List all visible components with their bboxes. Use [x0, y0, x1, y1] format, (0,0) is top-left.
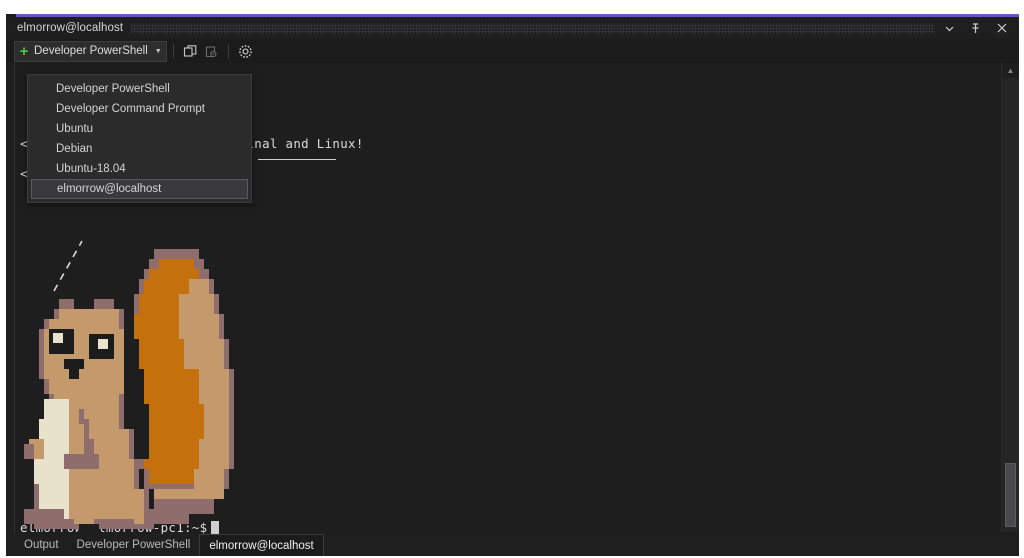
toolbar-divider — [172, 43, 174, 59]
chevron-down-icon[interactable]: ▼ — [155, 48, 162, 55]
vertical-scrollbar[interactable]: ▲ ▼ — [1001, 63, 1019, 547]
split-terminal-icon[interactable] — [181, 42, 200, 61]
chevron-down-icon[interactable] — [943, 22, 956, 35]
toolbar-divider-2 — [227, 43, 229, 59]
panel-frame: elmorrow@localhost + Developer PowerShel… — [6, 14, 1019, 556]
terminal-selector-menu: Developer PowerShell Developer Command P… — [27, 74, 252, 203]
tab-developer-powershell[interactable]: Developer PowerShell — [68, 534, 200, 556]
scroll-up-icon[interactable]: ▲ — [1002, 63, 1019, 78]
delete-terminal-icon[interactable] — [202, 42, 221, 61]
close-icon[interactable] — [995, 22, 1008, 35]
menu-item-ubuntu-1804[interactable]: Ubuntu-18.04 — [28, 159, 251, 179]
scrollbar-thumb[interactable] — [1005, 463, 1016, 527]
terminal-selector-button[interactable]: + Developer PowerShell ▼ — [14, 40, 167, 62]
terminal-left-rule — [14, 63, 15, 547]
menu-item-ubuntu[interactable]: Ubuntu — [28, 119, 251, 139]
title-bar: elmorrow@localhost — [6, 17, 1019, 39]
gear-icon[interactable] — [236, 42, 255, 61]
page-margin-top — [0, 0, 1024, 14]
terminal-toolbar: + Developer PowerShell ▼ — [6, 39, 1019, 63]
plus-icon[interactable]: + — [18, 44, 30, 59]
title-bar-buttons — [943, 22, 1008, 35]
terminal-panel-window: elmorrow@localhost + Developer PowerShel… — [0, 0, 1024, 558]
panel-tab-strip: Output Developer PowerShell elmorrow@loc… — [6, 534, 1019, 556]
tab-elmorrow-localhost[interactable]: elmorrow@localhost — [199, 534, 324, 556]
tab-output[interactable]: Output — [15, 534, 68, 556]
squirrel-pixel-art — [24, 249, 234, 534]
page-margin-right — [1019, 0, 1024, 558]
drag-handle[interactable] — [131, 22, 935, 34]
menu-item-elmorrow-localhost[interactable]: elmorrow@localhost — [31, 179, 248, 199]
pin-icon[interactable] — [969, 22, 982, 35]
menu-item-debian[interactable]: Debian — [28, 139, 251, 159]
terminal-selector-label: Developer PowerShell — [34, 45, 148, 57]
menu-item-developer-command-prompt[interactable]: Developer Command Prompt — [28, 99, 251, 119]
speech-bubble-divider — [258, 159, 336, 160]
page-title: elmorrow@localhost — [17, 22, 124, 34]
menu-item-developer-powershell[interactable]: Developer PowerShell — [28, 79, 251, 99]
